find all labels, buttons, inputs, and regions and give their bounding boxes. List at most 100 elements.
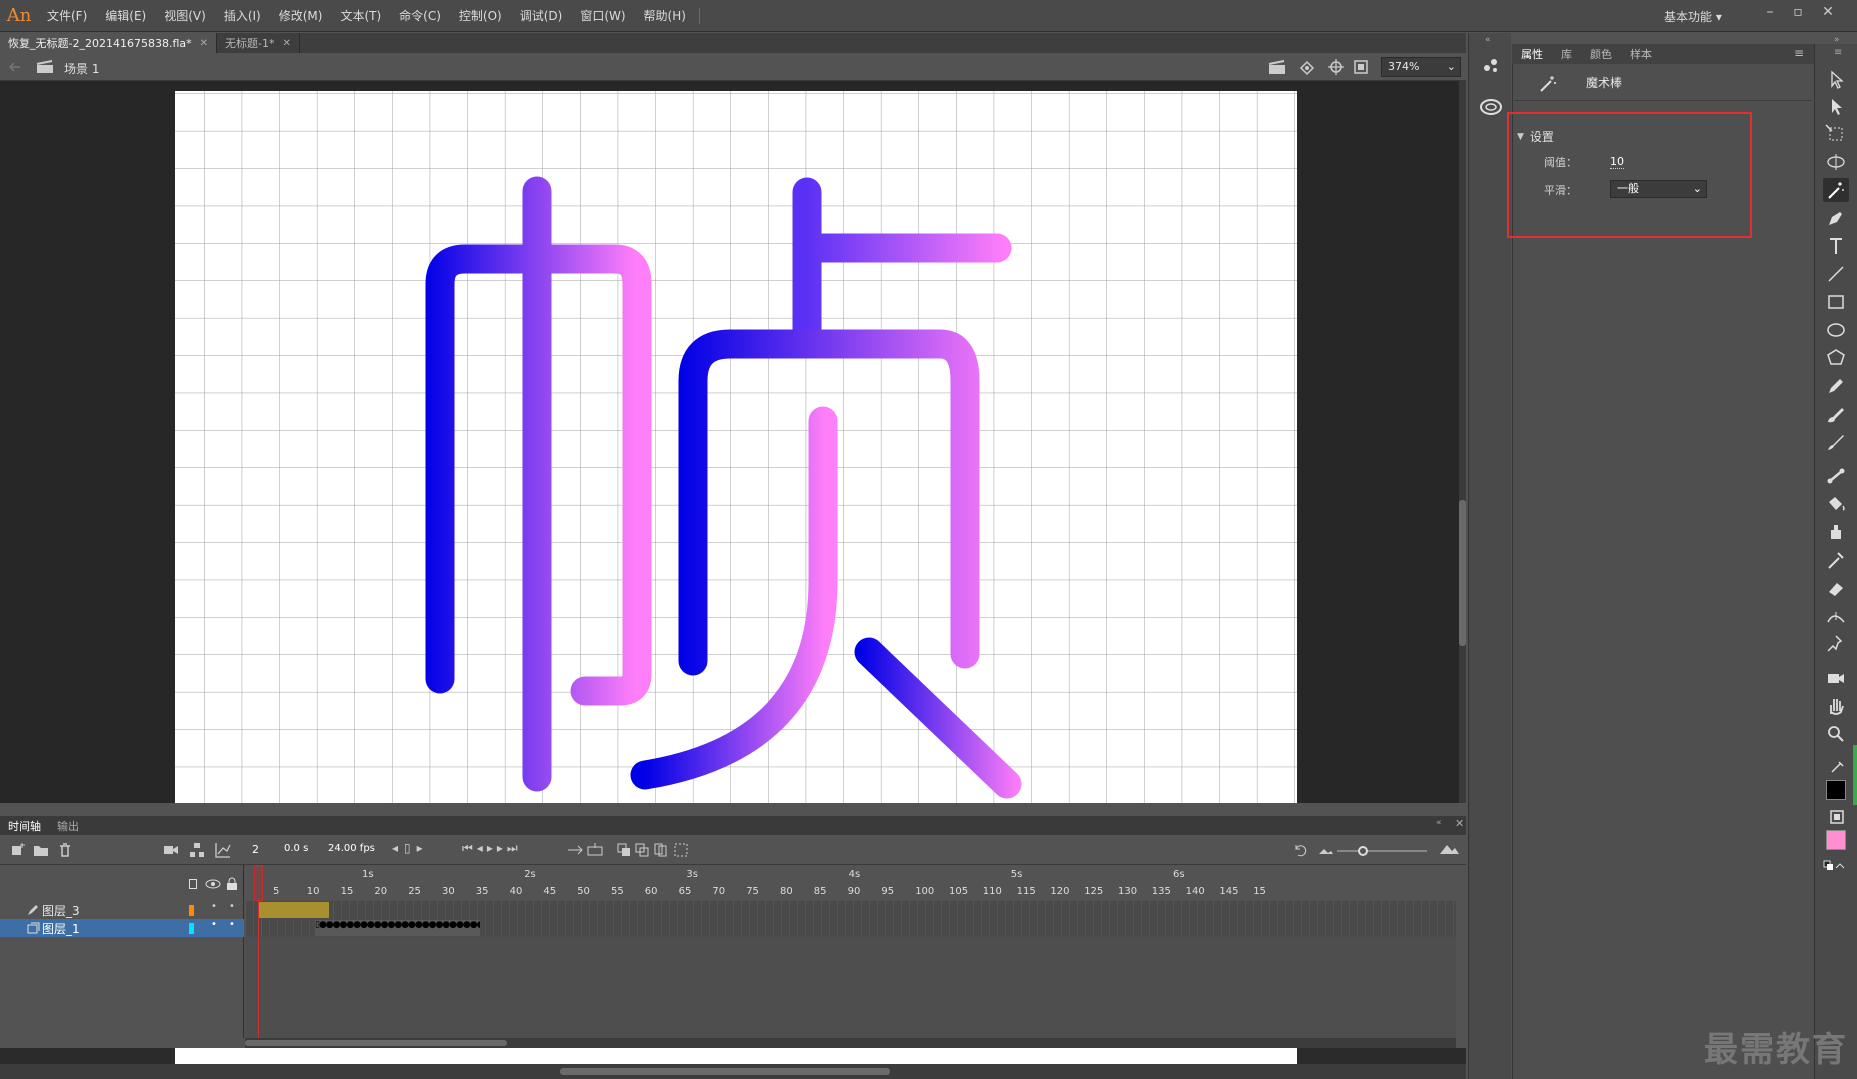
lock-icon[interactable] bbox=[226, 877, 238, 891]
swap-colors-icon[interactable] bbox=[1822, 858, 1848, 872]
tab-library[interactable]: 库 bbox=[1552, 46, 1581, 62]
tab-color[interactable]: 颜色 bbox=[1581, 46, 1621, 62]
layer-row-selected[interactable]: 图层_1 • • bbox=[0, 919, 244, 937]
fill-color-icon[interactable] bbox=[1826, 808, 1848, 826]
close-icon[interactable]: ✕ bbox=[1814, 2, 1842, 22]
close-icon[interactable]: ✕ bbox=[200, 38, 208, 49]
scrollbar-thumb[interactable] bbox=[245, 1040, 507, 1046]
clip-stage-icon[interactable] bbox=[1352, 58, 1370, 76]
stage-canvas[interactable] bbox=[175, 91, 1297, 803]
outline-toggle-icon[interactable] bbox=[189, 879, 197, 889]
timeline-frames[interactable]: 5 10 15 20 25 30 35 40 45 50 55 60 65 70 75 80 85 90 95 100… bbox=[245, 865, 1456, 1038]
lock-dot[interactable]: • bbox=[229, 901, 235, 912]
onion-skin-icon[interactable] bbox=[616, 841, 634, 859]
tab-properties[interactable]: 属性 bbox=[1512, 46, 1552, 62]
ink-bottle-tool[interactable] bbox=[1823, 520, 1849, 544]
modify-markers-icon[interactable] bbox=[672, 841, 690, 859]
layer-color-tag[interactable] bbox=[189, 905, 194, 916]
playhead[interactable] bbox=[254, 865, 263, 901]
scene-label[interactable]: 场景 1 bbox=[64, 60, 99, 77]
collapse-icon[interactable]: « bbox=[1436, 818, 1442, 828]
layer-parenting-icon[interactable] bbox=[188, 841, 206, 859]
menu-file[interactable]: 文件(F) bbox=[38, 7, 96, 24]
keyframe-nav[interactable]: ◂▯▸ bbox=[392, 841, 429, 855]
tab-swatches[interactable]: 样本 bbox=[1621, 46, 1661, 62]
menu-help[interactable]: 帮助(H) bbox=[635, 7, 695, 24]
text-tool[interactable] bbox=[1823, 234, 1849, 258]
menu-commands[interactable]: 命令(C) bbox=[390, 7, 450, 24]
menu-modify[interactable]: 修改(M) bbox=[270, 7, 332, 24]
collapse-icon[interactable]: » bbox=[1834, 35, 1840, 45]
insert-frame-icon[interactable] bbox=[586, 841, 604, 859]
frame-ruler[interactable]: 5 10 15 20 25 30 35 40 45 50 55 60 65 70 75 80 85 90 95 100… bbox=[245, 865, 1456, 901]
menu-insert[interactable]: 插入(I) bbox=[215, 7, 270, 24]
oval-tool[interactable] bbox=[1823, 318, 1849, 342]
workspace-switcher[interactable]: 基本功能 ▾ bbox=[1664, 8, 1722, 25]
visibility-dot[interactable]: • bbox=[211, 901, 217, 912]
playback-controls[interactable]: ⏮◂▸▸⏭ bbox=[462, 841, 522, 856]
timeline-zoom-slider[interactable] bbox=[1337, 850, 1427, 852]
center-stage-icon[interactable] bbox=[1327, 58, 1345, 76]
paint-brush-tool[interactable] bbox=[1823, 402, 1849, 426]
stage-vertical-scrollbar[interactable] bbox=[1459, 81, 1466, 803]
eye-icon[interactable] bbox=[205, 878, 221, 890]
current-frame[interactable]: 2 bbox=[252, 843, 259, 856]
doc-tab-1[interactable]: 恢复_无标题-2_202141675838.fla* ✕ bbox=[0, 33, 218, 53]
menu-view[interactable]: 视图(V) bbox=[155, 7, 215, 24]
3d-rotation-tool[interactable] bbox=[1823, 150, 1849, 174]
menu-text[interactable]: 文本(T) bbox=[331, 7, 390, 24]
stage-artwork[interactable] bbox=[175, 91, 1297, 803]
delete-icon[interactable] bbox=[56, 841, 74, 859]
minimize-icon[interactable]: – bbox=[1756, 2, 1784, 22]
current-time[interactable]: 0.0 s bbox=[284, 843, 308, 854]
fill-color-swatch[interactable] bbox=[1826, 830, 1846, 850]
new-layer-icon[interactable] bbox=[8, 841, 26, 859]
edit-scene-icon[interactable] bbox=[1268, 59, 1286, 75]
zoom-in-mountain-icon[interactable] bbox=[1438, 840, 1460, 858]
rectangle-tool[interactable] bbox=[1823, 290, 1849, 314]
scrollbar-thumb[interactable] bbox=[560, 1068, 890, 1075]
tab-timeline[interactable]: 时间轴 bbox=[0, 818, 49, 834]
graph-icon[interactable] bbox=[214, 841, 232, 859]
camera-icon[interactable] bbox=[162, 841, 180, 859]
edit-multiple-frames-icon[interactable] bbox=[652, 841, 670, 859]
new-folder-icon[interactable] bbox=[32, 841, 50, 859]
width-tool[interactable] bbox=[1823, 604, 1849, 628]
doc-tab-2[interactable]: 无标题-1* ✕ bbox=[217, 33, 300, 53]
loop-icon[interactable] bbox=[566, 841, 584, 859]
brush-tool[interactable] bbox=[1823, 430, 1849, 454]
close-icon[interactable]: ✕ bbox=[1455, 817, 1464, 830]
layer3-frames[interactable] bbox=[245, 901, 1456, 919]
edit-symbol-icon[interactable] bbox=[1298, 58, 1316, 76]
hand-tool[interactable] bbox=[1823, 694, 1849, 718]
timeline-horizontal-scrollbar[interactable] bbox=[245, 1038, 1456, 1048]
panel-menu-icon[interactable]: ≡ bbox=[1794, 46, 1804, 60]
undo-icon[interactable] bbox=[1292, 841, 1310, 859]
zoom-tool[interactable] bbox=[1823, 722, 1849, 746]
pencil-tool[interactable] bbox=[1823, 374, 1849, 398]
slider-knob[interactable] bbox=[1358, 846, 1368, 856]
panel-menu-icon[interactable]: ≡ bbox=[1834, 47, 1842, 58]
eraser-tool[interactable] bbox=[1823, 576, 1849, 600]
onion-skin-outline-icon[interactable] bbox=[634, 841, 652, 859]
layer-color-tag[interactable] bbox=[189, 923, 194, 934]
tab-output[interactable]: 输出 bbox=[49, 818, 87, 834]
subselection-tool[interactable] bbox=[1823, 95, 1849, 119]
selection-tool[interactable] bbox=[1823, 68, 1849, 92]
paint-bucket-tool[interactable] bbox=[1823, 492, 1849, 516]
scrollbar-thumb[interactable] bbox=[1459, 500, 1466, 646]
layer-name[interactable]: 图层_1 bbox=[42, 920, 80, 937]
lock-dot[interactable]: • bbox=[229, 919, 235, 930]
free-transform-tool[interactable] bbox=[1823, 122, 1849, 146]
layer3-frame-span[interactable] bbox=[259, 902, 329, 918]
asset-warp-tool[interactable] bbox=[1823, 632, 1849, 656]
layer-name[interactable]: 图层_3 bbox=[42, 902, 80, 919]
bone-tool[interactable] bbox=[1823, 464, 1849, 488]
stroke-color-swatch[interactable] bbox=[1826, 780, 1846, 800]
collapse-icon[interactable]: « bbox=[1485, 35, 1491, 45]
magic-wand-tool[interactable] bbox=[1823, 178, 1849, 202]
components-icon[interactable] bbox=[1481, 55, 1501, 75]
zoom-select[interactable]: 374% ⌄ bbox=[1381, 57, 1461, 77]
menu-window[interactable]: 窗口(W) bbox=[571, 7, 634, 24]
camera-tool[interactable] bbox=[1823, 666, 1849, 690]
